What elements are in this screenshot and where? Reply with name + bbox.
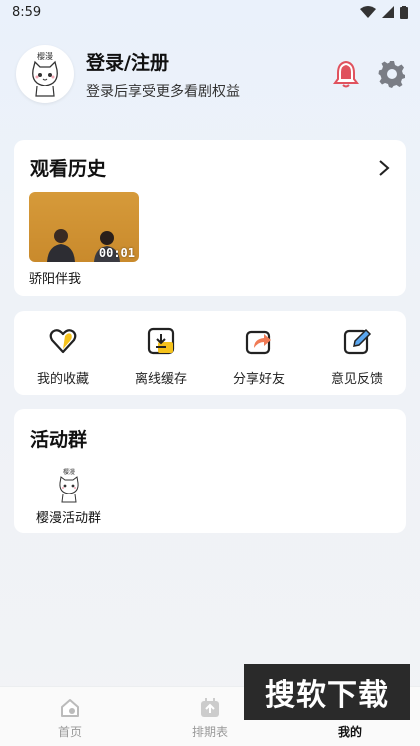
offline-cache-label: 离线缓存: [134, 372, 187, 387]
status-bar: 8:59: [0, 0, 420, 24]
signal-icon: [382, 6, 394, 18]
download-icon: [147, 327, 175, 355]
status-icons: [360, 5, 408, 19]
group-title: 活动群: [30, 429, 88, 451]
svg-text:樱漫: 樱漫: [37, 51, 53, 61]
history-header[interactable]: 观看历史: [14, 140, 406, 181]
share-button[interactable]: 分享好友: [210, 311, 308, 395]
status-time: 8:59: [12, 4, 42, 20]
activity-group-item[interactable]: 樱漫 樱漫活动群: [36, 467, 101, 526]
watch-history-card: 观看历史 00:01 骄阳伴我: [14, 140, 406, 296]
feedback-button[interactable]: 意见反馈: [308, 311, 406, 395]
watermark-banner: 搜软下载: [244, 664, 410, 720]
home-icon: [61, 699, 79, 717]
share-icon: [245, 330, 271, 355]
wifi-icon: [360, 6, 376, 18]
history-item-title[interactable]: 骄阳伴我: [29, 268, 81, 287]
history-title: 观看历史: [30, 158, 107, 180]
bell-icon: [333, 60, 359, 88]
favorites-label: 我的收藏: [36, 372, 89, 387]
history-thumbnail[interactable]: 00:01: [29, 192, 139, 262]
quick-actions-card: 我的收藏 离线缓存 分享好友 意见反馈: [14, 311, 406, 395]
cat-logo-icon: 樱漫: [32, 51, 58, 97]
header-icons: [332, 60, 406, 88]
heart-icon: [49, 329, 77, 354]
share-label: 分享好友: [232, 372, 285, 387]
activity-group-card: 活动群 樱漫 樱漫活动群: [14, 409, 406, 533]
profile-header: 樱漫 登录/注册 登录后享受更多看剧权益: [16, 44, 406, 104]
nav-home[interactable]: 首页: [0, 687, 140, 746]
calendar-icon: [201, 698, 219, 717]
user-info[interactable]: 登录/注册 登录后享受更多看剧权益: [86, 48, 332, 101]
login-title[interactable]: 登录/注册: [86, 48, 332, 75]
group-header: 活动群: [14, 409, 406, 452]
offline-cache-button[interactable]: 离线缓存: [112, 311, 210, 395]
feedback-label: 意见反馈: [330, 372, 383, 387]
nav-home-label: 首页: [57, 725, 82, 739]
notification-button[interactable]: [332, 60, 360, 88]
favorites-button[interactable]: 我的收藏: [14, 311, 112, 395]
chevron-right-icon[interactable]: [378, 159, 390, 177]
group-label: 樱漫活动群: [36, 511, 102, 526]
cat-logo-icon: 樱漫: [58, 468, 79, 503]
nav-schedule-label: 排期表: [191, 725, 228, 739]
settings-button[interactable]: [378, 60, 406, 88]
battery-icon: [400, 5, 408, 19]
svg-text:樱漫: 樱漫: [62, 468, 74, 476]
login-subtitle: 登录后享受更多看剧权益: [86, 83, 240, 100]
gear-icon: [378, 61, 405, 88]
nav-mine-label: 我的: [337, 725, 362, 739]
edit-icon: [343, 328, 372, 355]
video-duration: 00:01: [98, 246, 135, 260]
avatar[interactable]: 樱漫: [16, 45, 74, 103]
